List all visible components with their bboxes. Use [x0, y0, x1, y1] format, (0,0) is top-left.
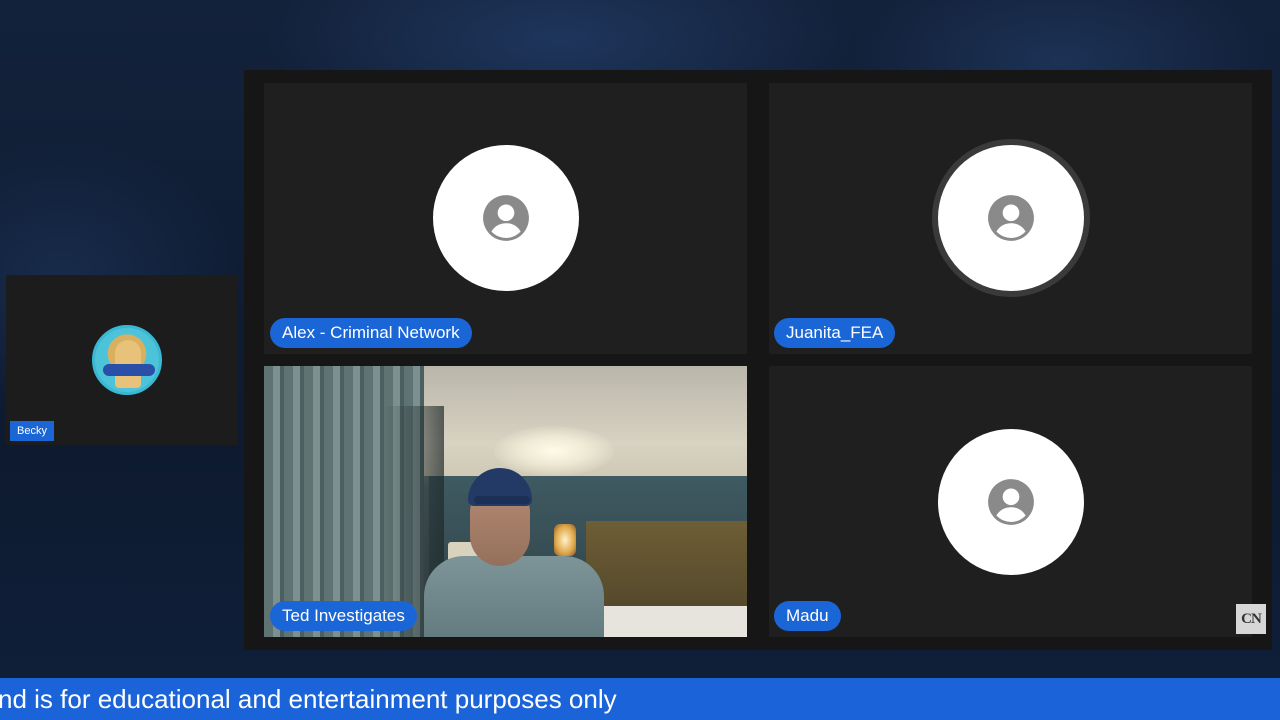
participant-tile-side[interactable] [6, 275, 238, 445]
channel-logo-icon: CN [1236, 604, 1266, 634]
participant-tile-madu[interactable]: Madu [769, 366, 1252, 637]
participant-tile-alex[interactable]: Alex - Criminal Network [264, 83, 747, 354]
person-icon [988, 195, 1034, 241]
person-icon [483, 195, 529, 241]
participant-name-label: Ted Investigates [270, 601, 417, 631]
person-icon [988, 479, 1034, 525]
avatar-placeholder [938, 145, 1084, 291]
participant-name-label: Madu [774, 601, 841, 631]
avatar-placeholder [938, 429, 1084, 575]
participant-tile-ted[interactable]: Ted Investigates [264, 366, 747, 637]
participant-name-label: Alex - Criminal Network [270, 318, 472, 348]
participant-name-label: Becky [10, 421, 54, 441]
participant-tile-juanita[interactable]: Juanita_FEA [769, 83, 1252, 354]
ticker-banner: nd is for educational and entertainment … [0, 678, 1280, 720]
participant-name-label: Juanita_FEA [774, 318, 896, 348]
avatar-placeholder [433, 145, 579, 291]
ticker-text: nd is for educational and entertainment … [0, 684, 617, 714]
profile-avatar [92, 325, 162, 395]
